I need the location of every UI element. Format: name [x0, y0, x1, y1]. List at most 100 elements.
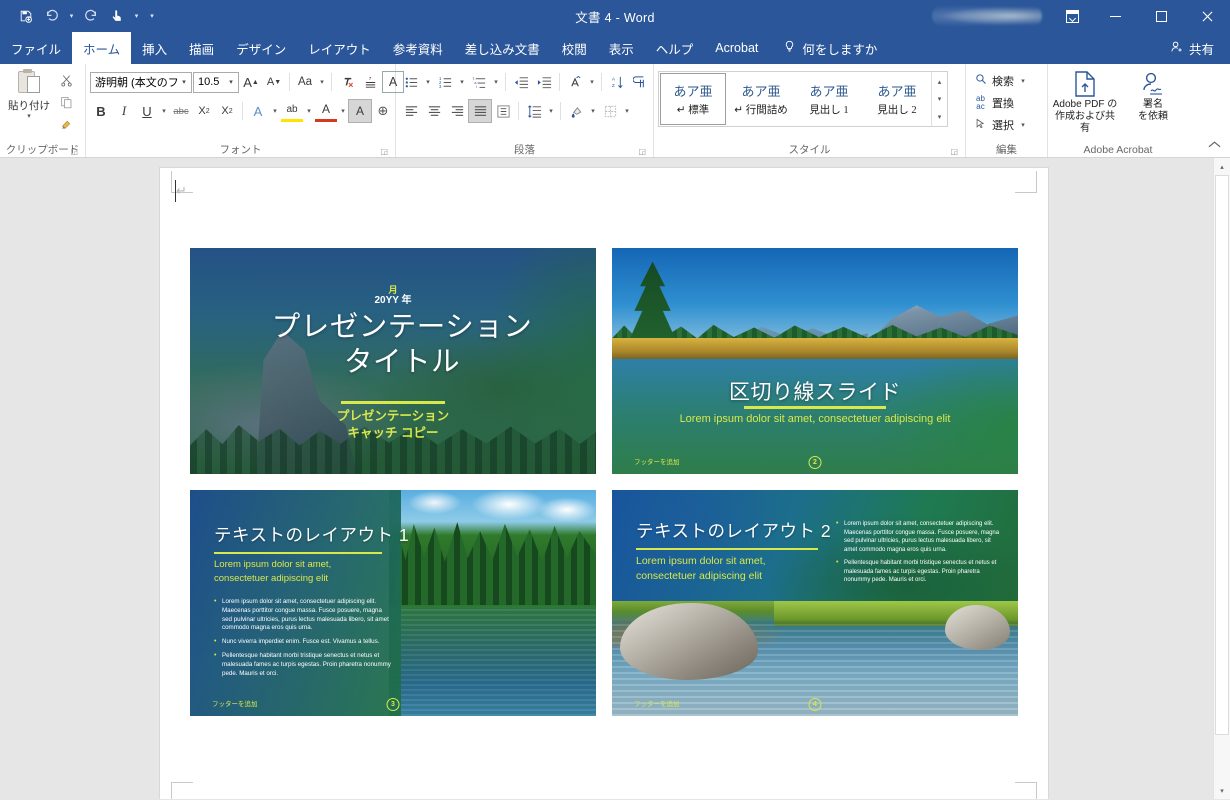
font-color-icon[interactable]: A	[315, 100, 337, 122]
account-avatar[interactable]	[932, 5, 1042, 27]
customize-qat-icon[interactable]: ▾	[144, 4, 160, 28]
numbering-dropdown-icon[interactable]: ▾	[457, 78, 467, 86]
close-button[interactable]	[1184, 0, 1230, 32]
touch-mode-dropdown-icon[interactable]: ▾	[131, 4, 142, 28]
borders-dropdown-icon[interactable]: ▾	[622, 107, 632, 115]
clipboard-dialog-launcher[interactable]: ◲	[68, 146, 78, 156]
tab-draw[interactable]: 描画	[178, 32, 225, 64]
scroll-thumb[interactable]	[1215, 175, 1229, 735]
document-workspace[interactable]: ↵ 月 20YY 年 プレゼンテーション タイトル プレゼンテーション キャッチ…	[0, 158, 1230, 799]
change-case-dropdown-icon[interactable]: ▾	[317, 78, 327, 86]
numbering-icon[interactable]: 123	[434, 71, 456, 93]
save-icon[interactable]	[14, 4, 38, 28]
tab-review[interactable]: 校閲	[551, 32, 598, 64]
collapse-ribbon-icon[interactable]	[1204, 135, 1224, 153]
borders-icon[interactable]	[599, 100, 621, 122]
style-item-no-spacing[interactable]: あア亜 ↵ 行間詰め	[728, 73, 794, 125]
slide-image-1[interactable]: 月 20YY 年 プレゼンテーション タイトル プレゼンテーション キャッチ コ…	[190, 248, 596, 474]
share-button[interactable]: 共有	[1154, 32, 1230, 64]
tab-file[interactable]: ファイル	[0, 32, 72, 64]
replace-button[interactable]: ab ac 置換	[970, 92, 1031, 113]
minimize-button[interactable]	[1092, 0, 1138, 32]
font-name-dropdown-icon[interactable]: ▾	[178, 78, 190, 86]
shading-icon[interactable]	[565, 100, 587, 122]
style-scroll-down-icon[interactable]: ▾	[932, 91, 947, 108]
slide-image-3[interactable]: テキストのレイアウト 1 Lorem ipsum dolor sit amet,…	[190, 490, 596, 716]
style-gallery-more-icon[interactable]: ▾	[932, 108, 947, 125]
scroll-up-icon[interactable]: ▴	[1214, 158, 1230, 175]
text-effects-dropdown-icon[interactable]: ▾	[270, 107, 280, 115]
format-painter-icon[interactable]	[54, 114, 78, 135]
tab-design[interactable]: デザイン	[225, 32, 297, 64]
scroll-track[interactable]	[1214, 175, 1230, 782]
font-name-combo[interactable]: 游明朝 (本文のフ ▾	[90, 71, 192, 93]
find-dropdown-icon[interactable]: ▾	[1018, 77, 1028, 85]
character-shading-icon[interactable]: A	[348, 99, 372, 123]
subscript-icon[interactable]: X2	[193, 100, 215, 122]
tab-home[interactable]: ホーム	[72, 32, 132, 64]
paste-dropdown-icon[interactable]: ▾	[27, 112, 31, 120]
phonetic-sort-icon[interactable]	[564, 71, 586, 93]
scroll-down-icon[interactable]: ▾	[1214, 782, 1230, 799]
select-button[interactable]: 選択 ▾	[970, 114, 1031, 135]
line-spacing-dropdown-icon[interactable]: ▾	[546, 107, 556, 115]
multilevel-list-icon[interactable]: 1ai	[468, 71, 490, 93]
align-right-icon[interactable]	[446, 100, 468, 122]
show-formatting-marks-icon[interactable]	[629, 71, 651, 93]
ribbon-display-options-icon[interactable]	[1052, 0, 1092, 32]
request-signature-button[interactable]: 署名 を依頼	[1120, 69, 1186, 135]
bullets-dropdown-icon[interactable]: ▾	[423, 78, 433, 86]
underline-icon[interactable]: U	[136, 100, 158, 122]
clear-formatting-icon[interactable]	[336, 71, 358, 93]
font-dialog-launcher[interactable]: ◲	[378, 146, 388, 156]
slide-image-4[interactable]: テキストのレイアウト 2 Lorem ipsum dolor sit amet,…	[612, 490, 1018, 716]
copy-icon[interactable]	[54, 92, 78, 113]
justify-icon[interactable]	[468, 99, 492, 123]
paste-button[interactable]: 貼り付け ▾	[4, 69, 54, 135]
increase-indent-icon[interactable]	[533, 71, 555, 93]
bold-icon[interactable]: B	[90, 100, 112, 122]
style-item-heading-2[interactable]: あア亜 見出し 2	[864, 73, 930, 125]
maximize-button[interactable]	[1138, 0, 1184, 32]
decrease-indent-icon[interactable]	[510, 71, 532, 93]
select-dropdown-icon[interactable]: ▾	[1018, 121, 1028, 129]
slide-image-2[interactable]: 区切り線スライド Lorem ipsum dolor sit amet, con…	[612, 248, 1018, 474]
italic-icon[interactable]: I	[113, 100, 135, 122]
redo-icon[interactable]	[79, 4, 103, 28]
cut-icon[interactable]	[54, 70, 78, 91]
multilevel-list-dropdown-icon[interactable]: ▾	[491, 78, 501, 86]
shading-dropdown-icon[interactable]: ▾	[588, 107, 598, 115]
tab-view[interactable]: 表示	[598, 32, 645, 64]
bullets-icon[interactable]	[400, 71, 422, 93]
paragraph-dialog-launcher[interactable]: ◲	[636, 146, 646, 156]
create-share-pdf-button[interactable]: Adobe PDF の 作成および共有	[1052, 69, 1118, 135]
tell-me-box[interactable]: 何をしますか	[769, 32, 887, 64]
enclose-characters-icon[interactable]: ⊕	[372, 100, 394, 122]
undo-dropdown-icon[interactable]: ▾	[66, 4, 77, 28]
grow-font-icon[interactable]: A ▲	[240, 71, 262, 93]
phonetic-sort-dropdown-icon[interactable]: ▾	[587, 78, 597, 86]
distribute-icon[interactable]	[492, 100, 514, 122]
line-spacing-icon[interactable]	[523, 100, 545, 122]
style-scroll-up-icon[interactable]: ▴	[932, 73, 947, 90]
text-effects-icon[interactable]: A	[247, 100, 269, 122]
find-button[interactable]: 検索 ▾	[970, 70, 1031, 91]
shrink-font-icon[interactable]: A ▼	[263, 71, 285, 93]
underline-dropdown-icon[interactable]: ▾	[159, 107, 169, 115]
font-size-combo[interactable]: 10.5 ▾	[193, 71, 239, 93]
styles-dialog-launcher[interactable]: ◲	[948, 146, 958, 156]
tab-references[interactable]: 参考資料	[382, 32, 454, 64]
text-highlight-dropdown-icon[interactable]: ▾	[304, 107, 314, 115]
style-item-normal[interactable]: あア亜 ↵ 標準	[660, 73, 726, 125]
sort-icon[interactable]: AZ	[606, 71, 628, 93]
vertical-scrollbar[interactable]: ▴ ▾	[1213, 158, 1230, 799]
align-left-icon[interactable]	[400, 100, 422, 122]
change-case-icon[interactable]: Aa	[294, 71, 316, 93]
tab-mailings[interactable]: 差し込み文書	[454, 32, 551, 64]
text-highlight-color-icon[interactable]: ab	[281, 100, 303, 122]
touch-mouse-mode-icon[interactable]	[105, 4, 129, 28]
superscript-icon[interactable]: X2	[216, 100, 238, 122]
tab-insert[interactable]: 挿入	[131, 32, 178, 64]
undo-icon[interactable]	[40, 4, 64, 28]
strikethrough-icon[interactable]: abc	[170, 100, 192, 122]
